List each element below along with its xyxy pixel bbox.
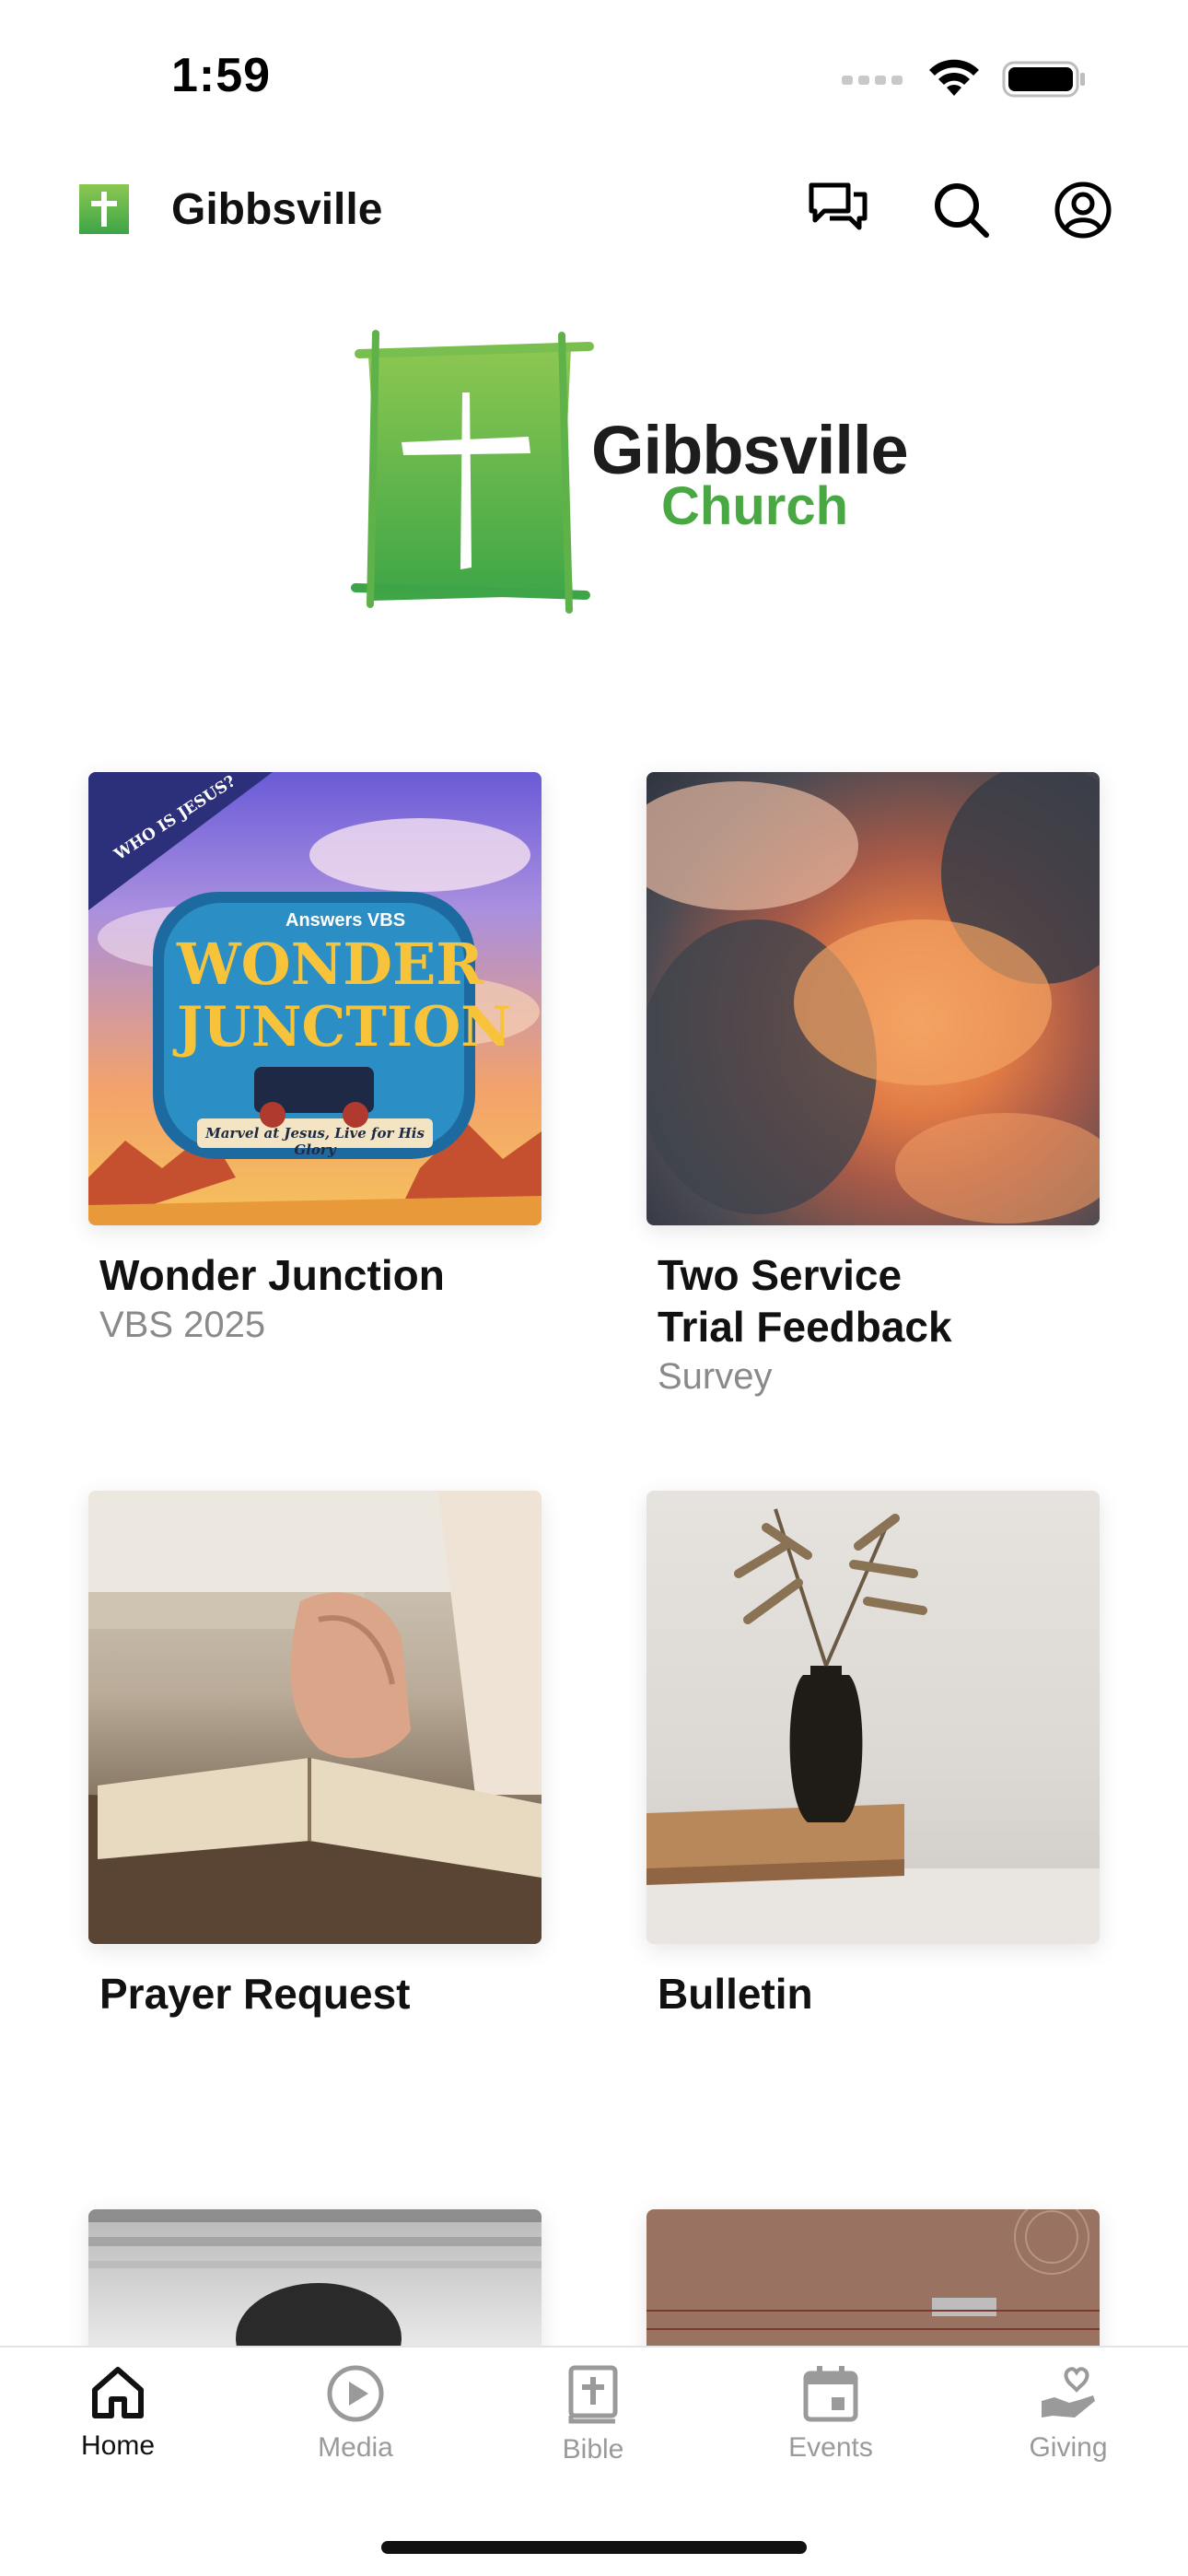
battery-icon — [1002, 61, 1085, 98]
brand-subtitle: Church — [661, 476, 848, 536]
chat-bubbles-icon — [809, 182, 868, 230]
giving-hand-icon — [1042, 2367, 1095, 2418]
app-title: Gibbsville — [171, 185, 383, 234]
art-line2-text: JUNCTION — [177, 995, 512, 1060]
profile-button[interactable] — [1048, 175, 1118, 245]
tab-media[interactable]: Media — [263, 2364, 448, 2502]
tab-label: Home — [80, 2430, 156, 2461]
card-subtitle: VBS 2025 — [99, 1305, 266, 1345]
card-title-line1: Two Service — [658, 1251, 903, 1299]
card-title: Wonder Junction — [99, 1251, 445, 1299]
cross-logo-icon — [351, 330, 594, 614]
profile-icon — [1054, 181, 1112, 239]
cellular-signal-icon — [842, 76, 903, 85]
home-indicator — [381, 2541, 807, 2554]
praying-hands-image — [88, 1491, 542, 1944]
tab-label: Media — [318, 2432, 393, 2463]
card-subtitle: Survey — [658, 1356, 773, 1397]
art-tagline-text: Marvel at Jesus, Live for His Glory — [205, 1125, 425, 1158]
vase-image — [646, 1491, 1100, 1944]
art-brand-text: Answers VBS — [285, 910, 406, 931]
tab-home[interactable]: Home — [26, 2364, 210, 2502]
search-button[interactable] — [926, 175, 996, 245]
search-icon — [935, 183, 989, 238]
card-wonder-junction[interactable]: WHO IS JESUS? Answers VBS WONDER JUNCTIO… — [88, 772, 542, 1349]
card-title: Bulletin — [658, 1970, 813, 2018]
tab-giving[interactable]: Giving — [976, 2364, 1160, 2502]
home-icon — [92, 2367, 144, 2418]
art-line1-text: WONDER — [177, 931, 483, 998]
wonder-junction-image: WHO IS JESUS? Answers VBS WONDER JUNCTIO… — [88, 772, 542, 1225]
wifi-icon — [929, 59, 979, 96]
card-prayer-request[interactable]: Prayer Request — [88, 1491, 542, 2020]
status-time: 1:59 — [171, 49, 272, 102]
card-title: Two Service Trial Feedback — [646, 1249, 1100, 1352]
status-bar: 1:59 — [0, 0, 1188, 147]
tab-label: Events — [788, 2432, 873, 2463]
sunset-clouds-image — [646, 772, 1100, 1225]
church-logo-icon — [79, 184, 129, 234]
card-title-line2: Trial Feedback — [658, 1303, 952, 1351]
bible-icon — [568, 2365, 618, 2424]
app-header: Gibbsville — [0, 166, 1188, 254]
play-circle-icon — [327, 2365, 384, 2422]
tab-events[interactable]: Events — [739, 2364, 923, 2502]
church-brand-logo: Gibbsville Church — [332, 328, 909, 614]
card-title: Prayer Request — [99, 1970, 411, 2018]
tab-label: Giving — [1029, 2432, 1108, 2463]
status-icons — [842, 59, 1087, 100]
calendar-icon — [803, 2366, 858, 2422]
messages-button[interactable] — [803, 175, 873, 245]
card-two-service-trial-feedback[interactable]: Two Service Trial Feedback Survey — [646, 772, 1100, 1400]
tab-label: Bible — [562, 2434, 624, 2465]
card-bulletin[interactable]: Bulletin — [646, 1491, 1100, 2020]
tab-bible[interactable]: Bible — [501, 2364, 685, 2502]
